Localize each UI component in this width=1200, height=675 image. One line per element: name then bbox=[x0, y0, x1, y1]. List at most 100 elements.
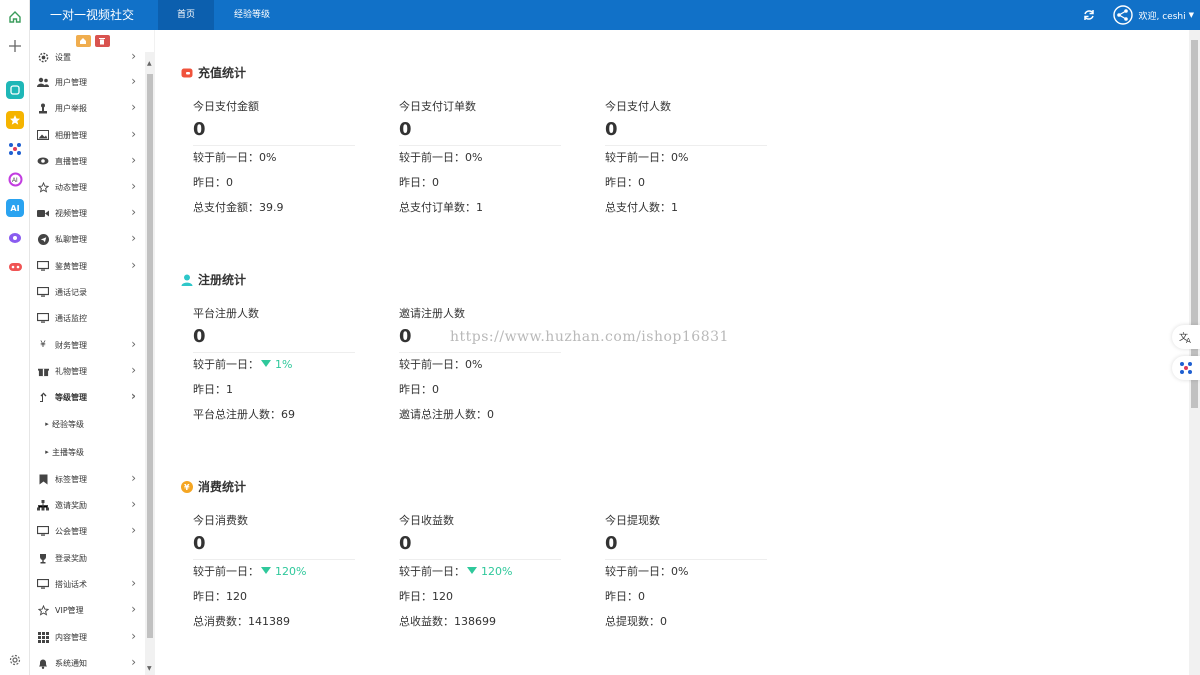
sidebar-item-label: 登录奖励 bbox=[55, 553, 87, 563]
sidebar-item-23[interactable]: 系统通知 › bbox=[30, 650, 143, 675]
register-stat-card: 邀请注册人数 0 较于前一日：0% 昨日：0 邀请总注册人数：0 bbox=[399, 307, 561, 422]
sidebar-item-8[interactable]: 鉴黄管理 › bbox=[30, 253, 143, 279]
translate-icon[interactable]: 文A bbox=[1172, 325, 1200, 349]
sidebar-item-16[interactable]: 标签管理 › bbox=[30, 466, 143, 492]
home-tool-icon[interactable] bbox=[75, 35, 91, 47]
yen-icon: ¥ bbox=[40, 340, 46, 350]
stat-label: 今日支付人数 bbox=[605, 100, 671, 113]
wallet-icon bbox=[181, 67, 193, 79]
sidebar-item-4[interactable]: 直播管理 › bbox=[30, 148, 143, 174]
consume-stat-card: 今日提现数 0 较于前一日：0% 昨日：0 总提现数：0 bbox=[605, 514, 767, 629]
chevron-right-icon: › bbox=[131, 100, 136, 114]
chevron-right-icon: › bbox=[131, 231, 136, 245]
sidebar-item-12[interactable]: 礼物管理 › bbox=[30, 358, 143, 384]
app-rail: AI AI bbox=[0, 0, 30, 675]
sidebar-item-7[interactable]: 私聊管理 › bbox=[30, 226, 143, 252]
chevron-down-icon[interactable]: ▼ bbox=[1189, 11, 1194, 19]
gear-icon bbox=[37, 51, 49, 63]
image-icon bbox=[37, 129, 49, 141]
recharge-title-text: 充值统计 bbox=[198, 66, 247, 80]
grid-icon bbox=[37, 631, 49, 643]
stat-label: 今日提现数 bbox=[605, 514, 660, 527]
trend-down-icon bbox=[261, 567, 271, 574]
app-game-icon[interactable] bbox=[6, 258, 24, 276]
nav-experience-level[interactable]: 经验等级 bbox=[224, 0, 280, 30]
home-icon[interactable] bbox=[6, 8, 24, 26]
welcome-user[interactable]: 欢迎, ceshi bbox=[1139, 9, 1186, 22]
consume-stat-card: 今日收益数 0 较于前一日： 120% 昨日：120 总收益数：138699 bbox=[399, 514, 561, 629]
trophy-icon bbox=[37, 552, 49, 564]
sidebar-item-label: 经验等级 bbox=[52, 419, 84, 429]
network-tool-icon[interactable] bbox=[1172, 356, 1200, 380]
divider bbox=[605, 145, 767, 146]
nav-home[interactable]: 首页 bbox=[158, 0, 214, 30]
sidebar-item-1[interactable]: 用户管理 › bbox=[30, 69, 143, 95]
sidebar-item-11[interactable]: ¥ 财务管理 › bbox=[30, 332, 143, 358]
app-ai-circle-icon[interactable]: AI bbox=[6, 170, 24, 188]
app-purple-icon[interactable] bbox=[6, 229, 24, 247]
consume-section-title: ¥ 消费统计 bbox=[181, 478, 246, 495]
sidebar-item-10[interactable]: 通话监控 bbox=[30, 305, 143, 331]
compare-percent: 120% bbox=[481, 565, 513, 578]
main-scrollbar-thumb[interactable] bbox=[1191, 40, 1198, 408]
scroll-up-arrow-icon[interactable]: ▲ bbox=[147, 60, 152, 67]
compare-row: 较于前一日： 120% bbox=[399, 565, 561, 579]
sidebar-item-label: 公会管理 bbox=[55, 526, 87, 536]
recharge-stat-card: 今日支付订单数 0 较于前一日：0% 昨日：0 总支付订单数：1 bbox=[399, 100, 561, 215]
sidebar-item-2[interactable]: 用户举报 › bbox=[30, 95, 143, 121]
add-icon[interactable] bbox=[6, 37, 24, 55]
compare-row: 较于前一日：0% bbox=[605, 565, 689, 578]
sidebar-item-18[interactable]: 公会管理 › bbox=[30, 518, 143, 544]
recharge-stat-card: 今日支付人数 0 较于前一日：0% 昨日：0 总支付人数：1 bbox=[605, 100, 767, 215]
refresh-icon[interactable] bbox=[1083, 9, 1095, 21]
share-avatar-icon[interactable] bbox=[1112, 5, 1133, 25]
svg-text:AI: AI bbox=[12, 178, 18, 184]
recharge-stat-card: 今日支付金额 0 较于前一日：0% 昨日：0 总支付金额：39.9 bbox=[193, 100, 355, 215]
yesterday-row: 昨日：120 bbox=[399, 590, 453, 603]
total-row: 总消费数：141389 bbox=[193, 615, 290, 628]
scroll-down-arrow-icon[interactable]: ▼ bbox=[147, 665, 152, 672]
divider bbox=[193, 559, 355, 560]
sidebar-item-19[interactable]: 登录奖励 bbox=[30, 545, 143, 571]
sidebar-item-14[interactable]: ▸ 经验等级 bbox=[30, 411, 143, 437]
report-icon bbox=[37, 102, 49, 114]
sidebar-scrollbar-thumb[interactable] bbox=[147, 74, 153, 638]
total-row: 总支付订单数：1 bbox=[399, 201, 483, 214]
sidebar-item-21[interactable]: VIP管理 › bbox=[30, 597, 143, 623]
chevron-right-icon: › bbox=[131, 389, 136, 403]
sidebar-item-13[interactable]: 等级管理 › bbox=[30, 384, 143, 410]
yesterday-row: 昨日：0 bbox=[399, 176, 439, 189]
app-network-icon[interactable] bbox=[6, 140, 24, 158]
sidebar-item-22[interactable]: 内容管理 › bbox=[30, 624, 143, 650]
send-icon bbox=[37, 233, 49, 245]
sidebar-item-5[interactable]: 动态管理 › bbox=[30, 174, 143, 200]
stat-value: 0 bbox=[193, 119, 206, 140]
compare-prefix: 较于前一日： bbox=[193, 565, 259, 578]
app-ai-icon[interactable]: AI bbox=[6, 199, 24, 217]
register-stat-card: 平台注册人数 0 较于前一日： 1% 昨日：1 平台总注册人数：69 bbox=[193, 307, 355, 422]
stat-value: 0 bbox=[399, 533, 412, 554]
trash-tool-icon[interactable] bbox=[94, 35, 110, 47]
sidebar-item-17[interactable]: 邀请奖励 › bbox=[30, 492, 143, 518]
star-icon bbox=[37, 181, 49, 193]
app-teal-icon[interactable] bbox=[6, 81, 24, 99]
sidebar-item-20[interactable]: 搭讪话术 › bbox=[30, 571, 143, 597]
app-star-icon[interactable] bbox=[6, 111, 24, 129]
settings-gear-icon[interactable] bbox=[6, 651, 24, 669]
stat-label: 今日消费数 bbox=[193, 514, 248, 527]
sidebar-item-label: 相册管理 bbox=[55, 130, 87, 140]
user-icon bbox=[181, 274, 193, 286]
sidebar-item-3[interactable]: 相册管理 › bbox=[30, 122, 143, 148]
sidebar-item-label: 用户举报 bbox=[55, 103, 87, 113]
total-row: 总支付人数：1 bbox=[605, 201, 678, 214]
svg-text:A: A bbox=[1186, 337, 1191, 344]
compare-prefix: 较于前一日： bbox=[399, 565, 465, 578]
sidebar-item-label: 财务管理 bbox=[55, 340, 87, 350]
divider bbox=[605, 559, 767, 560]
sidebar-item-6[interactable]: 视频管理 › bbox=[30, 200, 143, 226]
sidebar-item-15[interactable]: ▸ 主播等级 bbox=[30, 439, 143, 465]
total-row: 平台总注册人数：69 bbox=[193, 408, 295, 421]
chevron-right-icon: › bbox=[131, 205, 136, 219]
trend-down-icon bbox=[261, 360, 271, 367]
sidebar-item-9[interactable]: 通话记录 bbox=[30, 279, 143, 305]
